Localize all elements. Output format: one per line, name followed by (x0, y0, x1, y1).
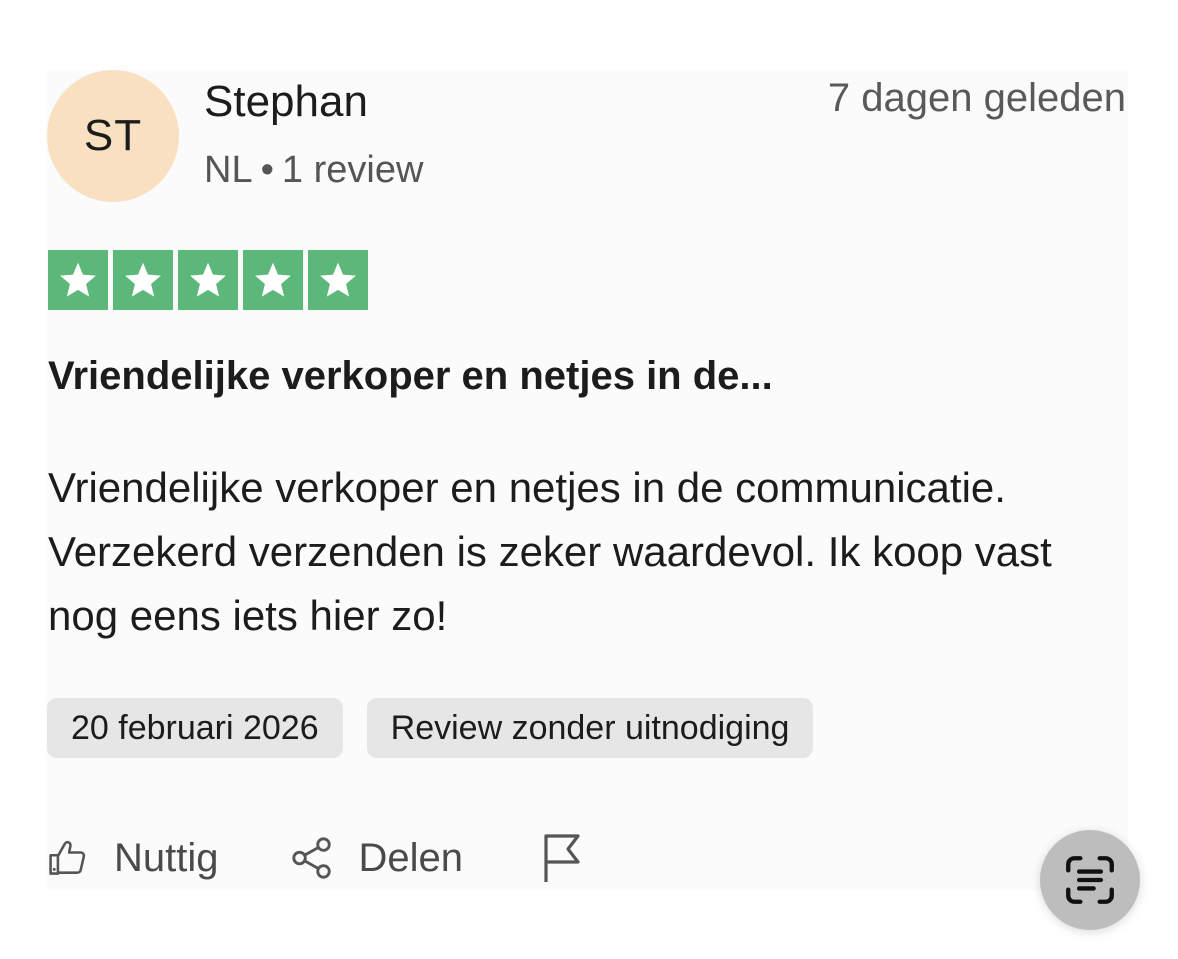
star-icon (48, 250, 108, 310)
review-title: Vriendelijke verkoper en netjes in de... (48, 354, 773, 398)
useful-button[interactable]: Nuttig (46, 836, 219, 881)
review-date-tag: 20 februari 2026 (47, 698, 343, 758)
review-page: ST Stephan NL • 1 review 7 dagen geleden V… (0, 0, 1178, 959)
text-scan-icon (1066, 856, 1114, 904)
thumbs-up-icon (49, 840, 86, 875)
share-icon (291, 837, 331, 879)
review-time-ago: 7 dagen geleden (827, 76, 1126, 120)
meta-separator: • (260, 149, 274, 191)
reviewer-name[interactable]: Stephan (204, 76, 368, 128)
star-icon (308, 250, 368, 310)
avatar: ST (47, 70, 179, 202)
report-button[interactable] (539, 832, 585, 884)
share-button[interactable]: Delen (289, 835, 464, 881)
reviewer-country: NL (204, 149, 253, 191)
avatar-initials: ST (83, 111, 143, 160)
share-label: Delen (358, 835, 464, 880)
reviewer-review-count: 1 review (281, 149, 424, 191)
star-rating (48, 250, 368, 310)
review-source-tag[interactable]: Review zonder uitnodiging (366, 698, 814, 758)
review-tags: 20 februari 2026 Review zonder uitnodigi… (47, 698, 814, 758)
star-icon (113, 250, 173, 310)
flag-icon (544, 834, 580, 882)
star-icon (178, 250, 238, 310)
review-actions: Nuttig Delen (46, 828, 585, 888)
reviewer-meta: NL • 1 review (204, 146, 423, 194)
text-scan-button[interactable] (1040, 830, 1140, 930)
review-body: Vriendelijke verkoper en netjes in de co… (48, 464, 1052, 639)
useful-label: Nuttig (114, 835, 219, 880)
star-icon (243, 250, 303, 310)
